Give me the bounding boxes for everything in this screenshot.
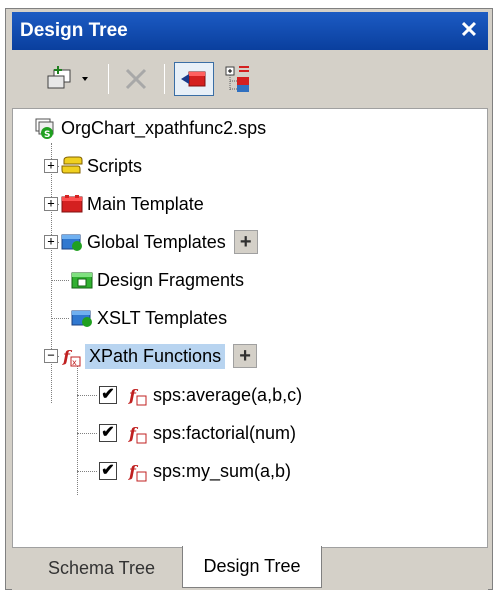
function-label: sps:average(a,b,c) bbox=[153, 384, 303, 405]
expand-all-button[interactable] bbox=[220, 62, 256, 96]
xpath-function-icon: f bbox=[127, 385, 149, 406]
tree-item-label: XPath Functions bbox=[85, 343, 226, 369]
global-templates-icon bbox=[61, 232, 83, 252]
function-enabled-checkbox[interactable]: ✔ bbox=[99, 462, 117, 480]
toolbar-separator bbox=[164, 64, 165, 94]
collapse-xpath-functions-toggle[interactable]: − bbox=[44, 349, 58, 363]
expand-tree-icon bbox=[225, 66, 249, 92]
tree-guide-line bbox=[77, 365, 78, 495]
svg-text:S: S bbox=[44, 130, 50, 140]
tab-design-tree[interactable]: Design Tree bbox=[182, 546, 322, 588]
delete-button[interactable] bbox=[118, 62, 154, 96]
panel-tabs: Schema Tree Design Tree bbox=[12, 546, 488, 590]
design-fragments-icon bbox=[71, 270, 93, 290]
tree-root-label: OrgChart_xpathfunc2.sps bbox=[61, 117, 267, 138]
window-title: Design Tree bbox=[20, 20, 128, 41]
xpath-function-item[interactable]: ✔ f sps:factorial(num) bbox=[99, 418, 296, 448]
expand-main-template-toggle[interactable]: + bbox=[44, 197, 58, 211]
xpath-function-icon: f bbox=[127, 461, 149, 482]
tree-guide-line bbox=[51, 280, 69, 281]
red-template-arrow-icon bbox=[181, 71, 206, 87]
function-label: sps:factorial(num) bbox=[153, 422, 297, 443]
add-global-template-button[interactable]: + bbox=[233, 230, 258, 254]
xpath-functions-icon: f x bbox=[61, 346, 83, 367]
tree-item-xpath-functions[interactable]: f x XPath Functions + bbox=[61, 341, 258, 371]
function-enabled-checkbox[interactable]: ✔ bbox=[99, 386, 117, 404]
tree-guide-line bbox=[77, 471, 97, 472]
tree-item-xslt-templates[interactable]: XSLT Templates bbox=[71, 303, 227, 333]
tree-item-label: XSLT Templates bbox=[97, 307, 228, 328]
tree-root-node[interactable]: S OrgChart_xpathfunc2.sps bbox=[35, 113, 266, 143]
tree-item-label: Scripts bbox=[87, 155, 143, 176]
show-only-used-button[interactable] bbox=[174, 62, 214, 96]
tree-item-label: Main Template bbox=[87, 193, 204, 214]
toolbar bbox=[12, 52, 488, 106]
xslt-templates-icon bbox=[71, 308, 93, 328]
add-xpath-function-button[interactable]: + bbox=[233, 344, 258, 368]
xpath-function-item[interactable]: ✔ f sps:my_sum(a,b) bbox=[99, 456, 291, 486]
delete-x-icon bbox=[125, 68, 147, 90]
xpath-function-item[interactable]: ✔ f sps:average(a,b,c) bbox=[99, 380, 302, 410]
tree-guide-line bbox=[77, 433, 97, 434]
design-tree-panel[interactable]: S OrgChart_xpathfunc2.sps + Scripts + Ma… bbox=[12, 108, 488, 548]
expand-global-templates-toggle[interactable]: + bbox=[44, 235, 58, 249]
tree-guide-line bbox=[77, 395, 97, 396]
tree-item-scripts[interactable]: Scripts bbox=[61, 151, 142, 181]
close-icon[interactable]: ✕ bbox=[456, 17, 482, 43]
tree-guide-line bbox=[51, 143, 52, 403]
tree-item-global-templates[interactable]: Global Templates + bbox=[61, 227, 258, 257]
scripts-icon bbox=[61, 156, 83, 176]
tree-item-design-fragments[interactable]: Design Fragments bbox=[71, 265, 244, 295]
function-enabled-checkbox[interactable]: ✔ bbox=[99, 424, 117, 442]
toolbar-separator bbox=[108, 64, 109, 94]
tree-item-main-template[interactable]: Main Template bbox=[61, 189, 204, 219]
tree-item-label: Design Fragments bbox=[97, 269, 245, 290]
add-item-icon bbox=[47, 66, 88, 89]
main-template-icon bbox=[61, 194, 83, 214]
function-label: sps:my_sum(a,b) bbox=[153, 460, 292, 481]
tab-schema-tree[interactable]: Schema Tree bbox=[24, 548, 179, 588]
add-new-item-button[interactable] bbox=[42, 62, 98, 96]
xpath-function-icon: f bbox=[127, 423, 149, 444]
tree-item-label: Global Templates bbox=[87, 231, 226, 252]
sps-file-icon: S bbox=[35, 118, 57, 140]
title-bar: Design Tree ✕ bbox=[12, 12, 488, 50]
tree-guide-line bbox=[51, 318, 69, 319]
svg-text:x: x bbox=[72, 358, 77, 367]
expand-scripts-toggle[interactable]: + bbox=[44, 159, 58, 173]
